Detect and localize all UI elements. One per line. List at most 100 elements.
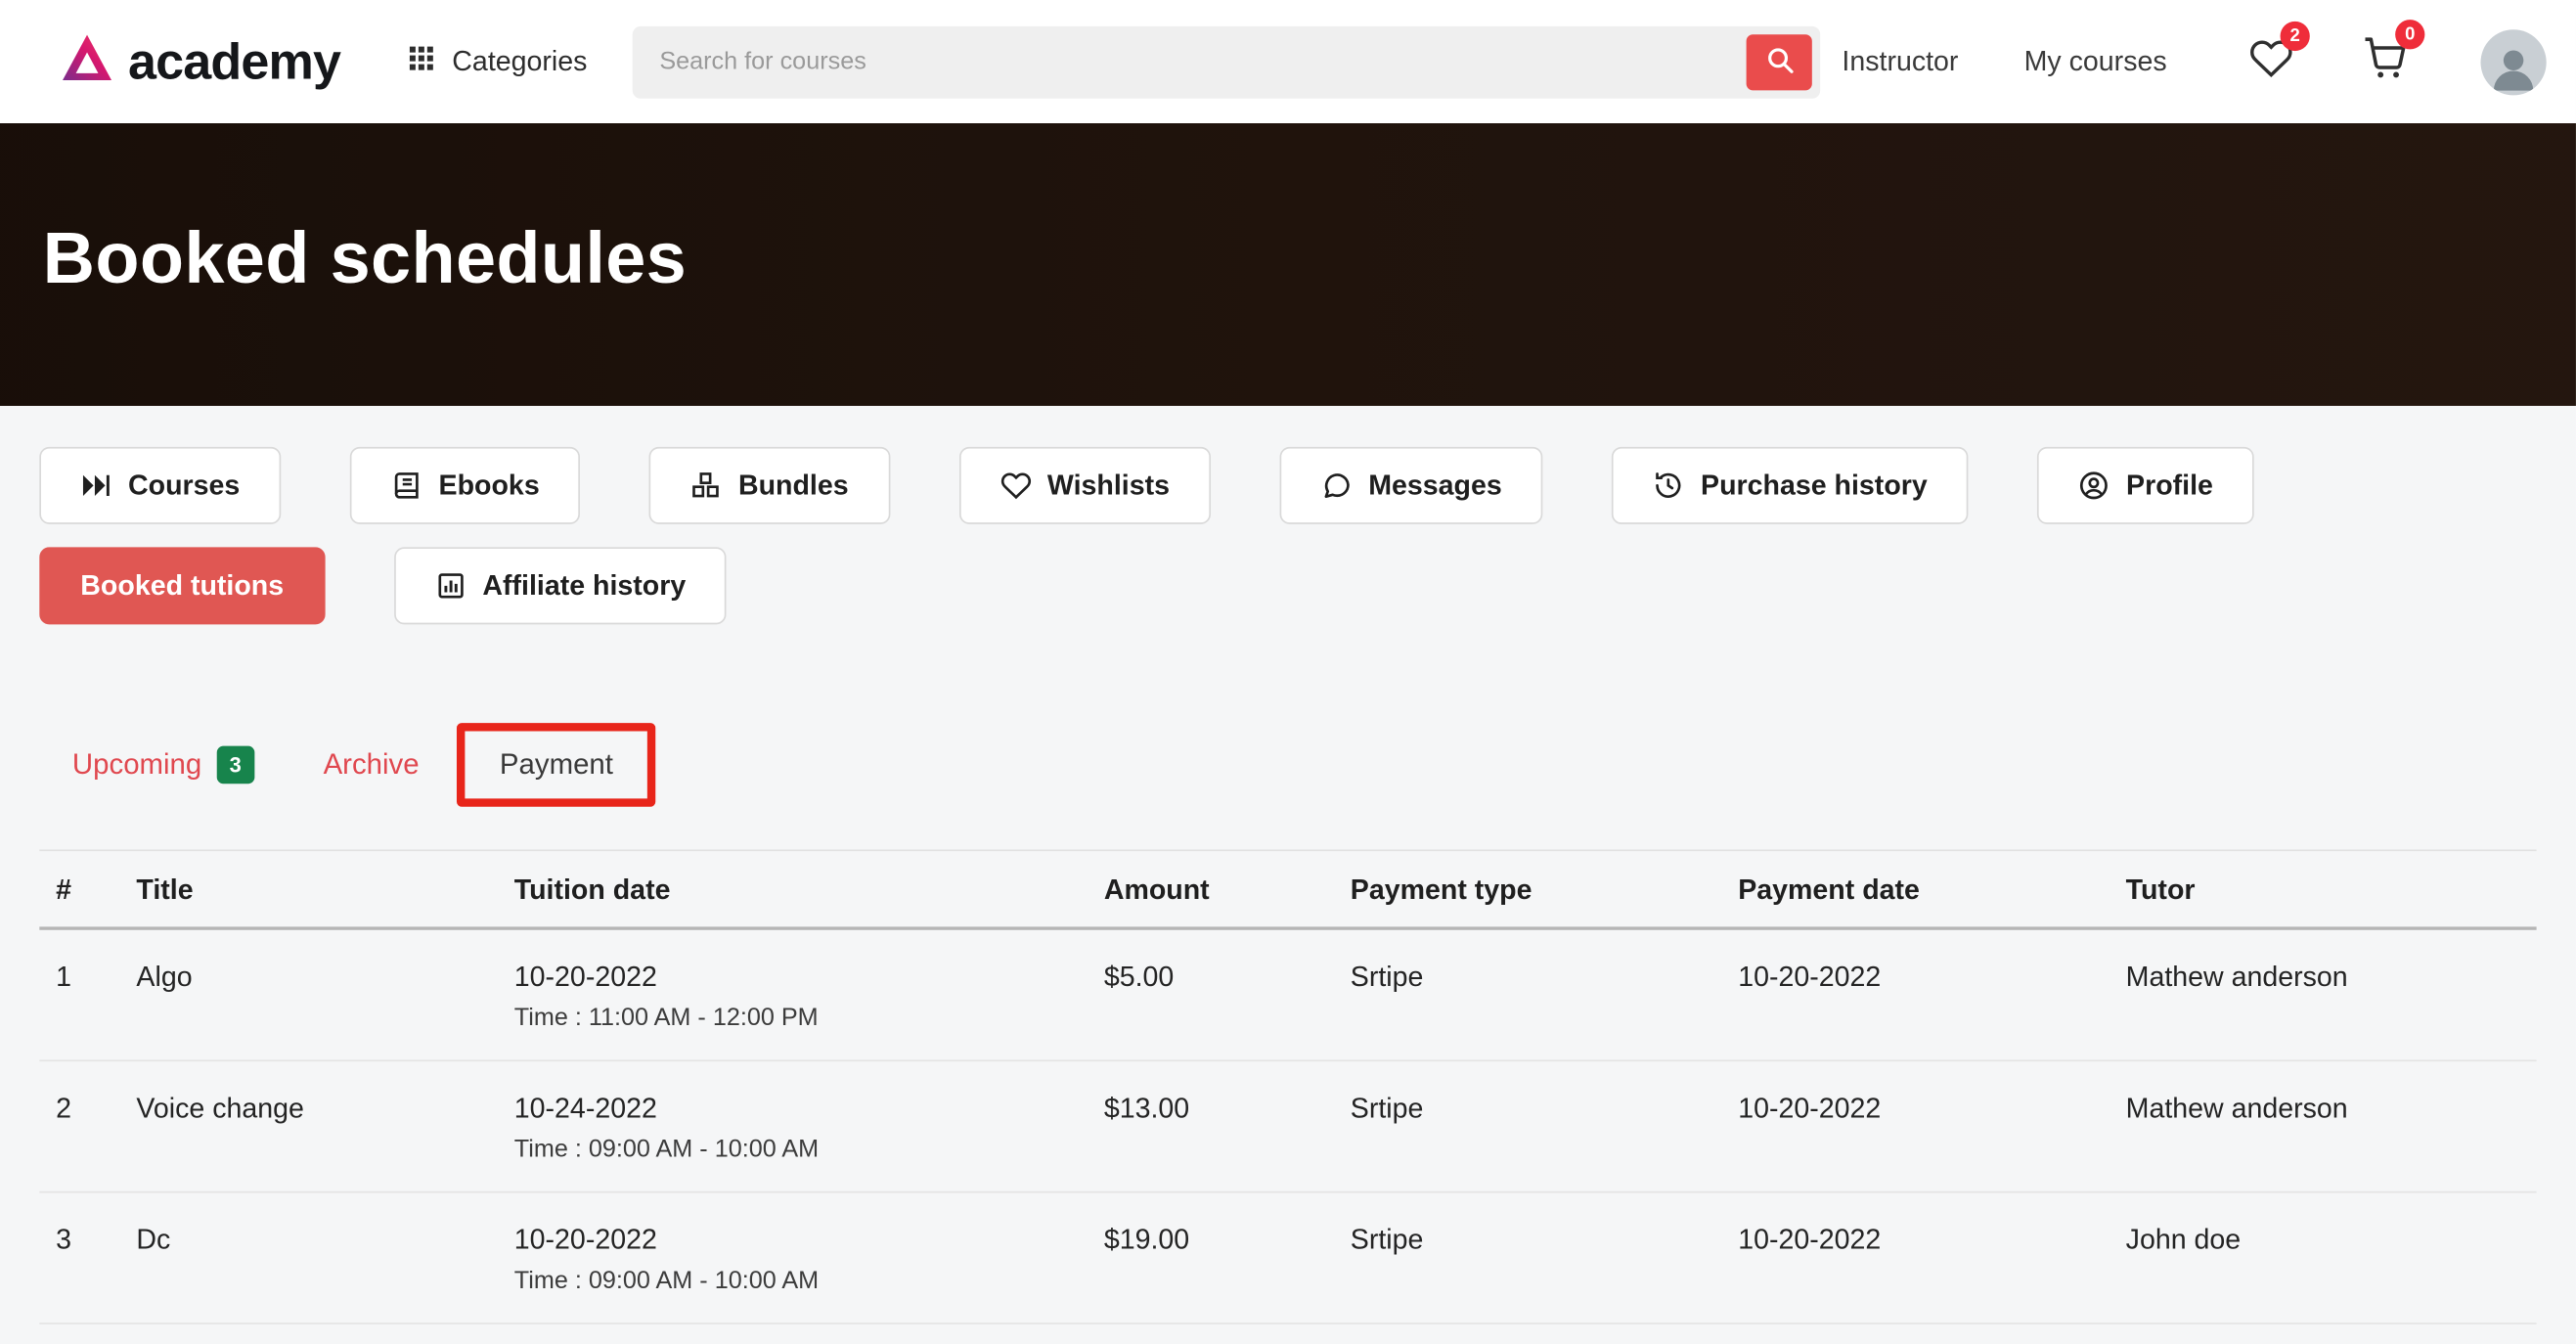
- account-menu-row-1: Courses Ebooks Bundles Wishlists Message…: [39, 446, 2536, 524]
- col-header-amount: Amount: [1103, 874, 1210, 906]
- tab-archive-label: Archive: [323, 747, 420, 781]
- cart-button[interactable]: 0: [2363, 20, 2425, 88]
- courses-button[interactable]: Courses: [39, 446, 282, 524]
- affiliate-history-label: Affiliate history: [482, 569, 687, 601]
- nav-my-courses[interactable]: My courses: [2024, 45, 2167, 78]
- wishlists-icon: [1000, 472, 1031, 500]
- ebooks-button[interactable]: Ebooks: [349, 446, 581, 524]
- cell-num: 3: [56, 1224, 72, 1256]
- messages-icon: [1324, 473, 1350, 499]
- purchase-history-icon: [1656, 472, 1681, 498]
- cell-amount: $19.00: [1103, 1224, 1190, 1256]
- purchase-history-button[interactable]: Purchase history: [1612, 446, 1969, 524]
- messages-button[interactable]: Messages: [1279, 446, 1543, 524]
- tab-payment[interactable]: Payment: [500, 747, 613, 782]
- tuition-date: 10-24-2022: [513, 1093, 657, 1124]
- cell-amount: $5.00: [1103, 961, 1175, 993]
- cell-num: 1: [56, 961, 72, 993]
- cell-tuition-date: 10-20-2022 Time : 11:00 AM - 12:00 PM: [498, 930, 1088, 1060]
- tab-upcoming[interactable]: Upcoming 3: [71, 745, 255, 784]
- payments-table: # Title Tuition date Amount Payment type…: [39, 849, 2537, 1324]
- cell-title: Algo: [136, 961, 193, 993]
- upcoming-count-badge: 3: [216, 745, 255, 784]
- booked-tutions-button[interactable]: Booked tutions: [39, 547, 326, 625]
- logo-text: academy: [128, 31, 341, 90]
- cell-tuition-date: 10-20-2022 Time : 09:00 AM - 10:00 AM: [498, 1193, 1088, 1323]
- top-nav-links: Instructor My courses: [1842, 45, 2166, 78]
- col-header-tuition-date: Tuition date: [513, 874, 671, 906]
- page: academy Categories Instructor My: [0, 0, 2576, 1344]
- tuition-time: Time : 11:00 AM - 12:00 PM: [513, 1004, 819, 1032]
- cell-title: Dc: [136, 1224, 171, 1256]
- booked-tutions-label: Booked tutions: [80, 569, 285, 601]
- col-header-title: Title: [136, 874, 194, 906]
- wishlist-button[interactable]: 2: [2249, 20, 2310, 88]
- profile-button[interactable]: Profile: [2037, 446, 2254, 524]
- cell-payment-type: Srtipe: [1350, 961, 1424, 993]
- table-header-row: # Title Tuition date Amount Payment type…: [39, 851, 2537, 930]
- logo-mark-icon: [59, 29, 114, 94]
- bundles-button[interactable]: Bundles: [649, 446, 890, 524]
- course-search: [633, 25, 1821, 98]
- wishlists-button[interactable]: Wishlists: [958, 446, 1211, 524]
- search-button[interactable]: [1747, 33, 1813, 90]
- cell-tutor: Mathew anderson: [2125, 961, 2348, 993]
- avatar-person-icon: [2493, 49, 2534, 90]
- table-row: 2 Voice change 10-24-2022 Time : 09:00 A…: [39, 1061, 2537, 1193]
- categories-label: Categories: [452, 45, 588, 77]
- cell-payment-date: 10-20-2022: [1738, 1224, 1882, 1256]
- grid-icon: [406, 42, 437, 81]
- cell-tuition-date: 10-24-2022 Time : 09:00 AM - 10:00 AM: [498, 1061, 1088, 1191]
- tuition-date: 10-20-2022: [513, 961, 657, 993]
- cell-payment-type: Srtipe: [1350, 1224, 1424, 1256]
- profile-label: Profile: [2126, 469, 2213, 501]
- cell-tutor: John doe: [2125, 1224, 2242, 1256]
- cell-payment-date: 10-20-2022: [1738, 961, 1882, 993]
- account-menu-row-2: Booked tutions Affiliate history: [39, 547, 2536, 625]
- cart-icon: [2363, 37, 2409, 87]
- ebooks-label: Ebooks: [438, 469, 540, 501]
- logo[interactable]: academy: [59, 29, 341, 94]
- cell-num: 2: [56, 1093, 72, 1124]
- bundles-label: Bundles: [737, 469, 849, 501]
- page-banner: Booked schedules: [0, 122, 2576, 406]
- top-navbar: academy Categories Instructor My: [0, 0, 2576, 123]
- wishlist-count-badge: 2: [2280, 20, 2310, 51]
- cell-amount: $13.00: [1103, 1093, 1190, 1124]
- wishlists-label: Wishlists: [1046, 469, 1170, 501]
- main-content: Courses Ebooks Bundles Wishlists Message…: [0, 446, 2576, 1324]
- tab-payment-label: Payment: [499, 747, 613, 781]
- purchase-history-label: Purchase history: [1701, 469, 1928, 501]
- bundles-icon: [692, 472, 720, 498]
- cell-payment-date: 10-20-2022: [1738, 1093, 1882, 1124]
- cell-title: Voice change: [136, 1093, 304, 1124]
- table-row: 1 Algo 10-20-2022 Time : 11:00 AM - 12:0…: [39, 930, 2537, 1062]
- heart-icon: [2249, 39, 2293, 87]
- affiliate-history-icon: [437, 573, 464, 599]
- categories-menu[interactable]: Categories: [406, 42, 587, 81]
- cell-payment-type: Srtipe: [1350, 1093, 1424, 1124]
- schedule-tabs: Upcoming 3 Archive Payment: [39, 723, 2536, 807]
- tab-upcoming-label: Upcoming: [71, 747, 202, 781]
- table-row: 3 Dc 10-20-2022 Time : 09:00 AM - 10:00 …: [39, 1193, 2537, 1324]
- profile-icon: [2080, 471, 2109, 500]
- tuition-time: Time : 09:00 AM - 10:00 AM: [513, 1267, 820, 1295]
- tuition-time: Time : 09:00 AM - 10:00 AM: [513, 1135, 820, 1164]
- cart-count-badge: 0: [2395, 20, 2425, 50]
- tuition-date: 10-20-2022: [513, 1224, 657, 1256]
- courses-label: Courses: [128, 469, 241, 501]
- col-header-num: #: [56, 874, 72, 906]
- cell-tutor: Mathew anderson: [2125, 1093, 2348, 1124]
- affiliate-history-button[interactable]: Affiliate history: [393, 547, 728, 625]
- nav-instructor[interactable]: Instructor: [1842, 45, 1958, 78]
- page-title: Booked schedules: [42, 218, 688, 299]
- messages-label: Messages: [1368, 469, 1502, 501]
- tab-archive[interactable]: Archive: [324, 747, 420, 782]
- user-avatar[interactable]: [2480, 28, 2547, 95]
- col-header-payment-date: Payment date: [1738, 874, 1920, 906]
- courses-icon: [82, 474, 110, 497]
- col-header-payment-type: Payment type: [1350, 874, 1532, 906]
- search-input[interactable]: [633, 47, 1821, 76]
- search-icon: [1764, 44, 1796, 80]
- col-header-tutor: Tutor: [2125, 874, 2196, 906]
